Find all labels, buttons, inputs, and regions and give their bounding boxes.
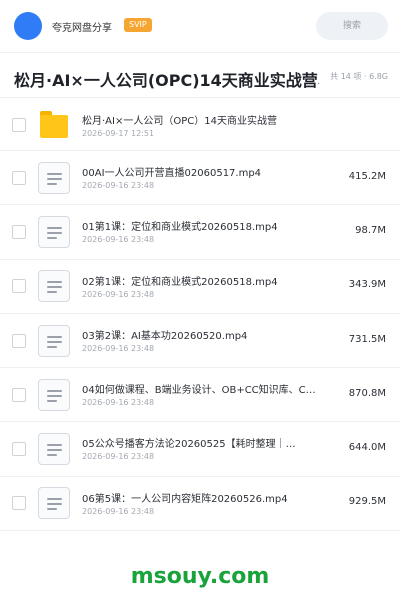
list-item[interactable]: 06第5课：一人公司内容矩阵20260526.mp4 2026-09-16 23… — [0, 477, 400, 532]
svip-badge: SVIP — [124, 18, 152, 32]
row-checkbox[interactable] — [12, 279, 26, 294]
file-size: 98.7M — [355, 224, 386, 236]
file-date: 2026-09-16 23:48 — [82, 343, 155, 353]
file-name: 02第1课：定位和商业模式20260518.mp4 — [82, 276, 278, 288]
file-size: 929.5M — [348, 496, 386, 508]
watermark: msouy.com — [130, 564, 270, 589]
list-item[interactable]: 00AI一人公司开营直播02060517.mp4 2026-09-16 23:4… — [0, 151, 400, 206]
file-date: 2026-09-16 23:48 — [82, 235, 155, 245]
avatar[interactable] — [14, 12, 42, 40]
file-date: 2026-09-16 23:48 — [82, 289, 155, 299]
list-item[interactable]: 04如何做课程、B端业务设计、OB+CC知识库、C… 2026-09-16 23… — [0, 368, 400, 423]
video-file-icon — [38, 270, 70, 303]
file-date: 2026-09-17 12:51 — [82, 129, 155, 138]
file-size: 731.5M — [348, 333, 386, 345]
row-checkbox[interactable] — [12, 496, 26, 511]
file-date: 2026-09-16 23:48 — [82, 452, 155, 462]
file-size: 644.0M — [348, 442, 386, 454]
row-checkbox[interactable] — [12, 442, 26, 457]
page-title: 松月·AI×一人公司(OPC)14天商业实战营、 — [14, 71, 319, 90]
video-file-icon — [38, 433, 70, 466]
row-checkbox[interactable] — [12, 387, 26, 402]
row-checkbox[interactable] — [12, 224, 26, 239]
file-size: 870.8M — [348, 387, 386, 399]
list-item[interactable]: 02第1课：定位和商业模式20260518.mp4 2026-09-16 23:… — [0, 260, 400, 314]
video-file-icon — [38, 161, 70, 194]
file-date: 2026-09-16 23:48 — [82, 398, 155, 408]
file-size: 415.2M — [348, 170, 386, 182]
title-bar: 松月·AI×一人公司(OPC)14天商业实战营、 共 14 项 · 6.8G — [0, 52, 400, 98]
file-date: 2026-09-16 23:48 — [82, 181, 155, 190]
file-date: 2026-09-16 23:48 — [82, 506, 155, 516]
folder-icon — [40, 110, 68, 138]
video-file-icon — [38, 378, 70, 411]
item-count: 共 14 项 · 6.8G — [330, 72, 388, 81]
video-file-icon — [38, 487, 70, 520]
file-size: 343.9M — [348, 279, 386, 291]
header: 夸克网盘分享 SVIP 搜索 — [0, 0, 400, 52]
list-item[interactable]: 01第1课：定位和商业模式20260518.mp4 2026-09-16 23:… — [0, 205, 400, 260]
row-checkbox[interactable] — [12, 333, 26, 348]
file-name: 04如何做课程、B端业务设计、OB+CC知识库、C… — [82, 385, 316, 397]
file-name: 00AI一人公司开营直播02060517.mp4 — [82, 168, 262, 179]
list-item[interactable]: 05公众号播客方法论20260525【耗时整理｜… 2026-09-16 23:… — [0, 422, 400, 477]
list-item-folder[interactable]: 松月·AI×一人公司（OPC）14天商业实战营 2026-09-17 12:51 — [0, 99, 400, 151]
video-file-icon — [38, 215, 70, 248]
file-name: 05公众号播客方法论20260525【耗时整理｜… — [82, 439, 296, 451]
file-name: 06第5课：一人公司内容矩阵20260526.mp4 — [82, 493, 288, 505]
file-name: 松月·AI×一人公司（OPC）14天商业实战营 — [82, 116, 277, 127]
row-checkbox[interactable] — [12, 170, 26, 185]
file-name: 03第2课：AI基本功20260520.mp4 — [82, 330, 248, 342]
row-checkbox[interactable] — [12, 117, 26, 132]
file-name: 01第1课：定位和商业模式20260518.mp4 — [82, 222, 278, 234]
app-name: 夸克网盘分享 — [52, 23, 112, 34]
list-item[interactable]: 03第2课：AI基本功20260520.mp4 2026-09-16 23:48… — [0, 314, 400, 369]
video-file-icon — [38, 324, 70, 357]
file-list: 松月·AI×一人公司（OPC）14天商业实战营 2026-09-17 12:51… — [0, 99, 400, 532]
search-button[interactable]: 搜索 — [316, 12, 388, 40]
